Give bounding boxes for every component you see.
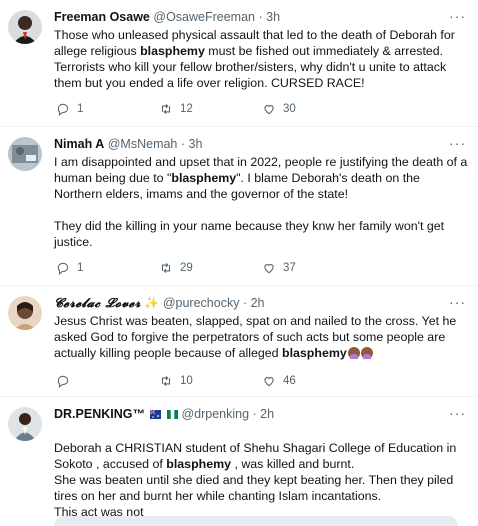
tweet-text: Deborah a CHRISTIAN student of Shehu Sha… <box>54 424 468 526</box>
tweet-paragraph: Jesus Christ was beaten, slapped, spat o… <box>54 314 457 360</box>
tweet-paragraph: Deborah a CHRISTIAN student of Shehu Sha… <box>54 441 457 519</box>
retweet-count: 12 <box>180 103 193 115</box>
retweet-button[interactable]: 10 <box>159 374 193 388</box>
user-handle[interactable]: @drpenking <box>181 407 249 421</box>
reply-button[interactable] <box>56 374 70 388</box>
separator-dot: · <box>242 296 248 310</box>
like-button[interactable]: 37 <box>262 261 296 275</box>
user-handle[interactable]: @OsaweFreeman <box>153 10 255 24</box>
tweet-text: Those who unleased physical assault that… <box>54 27 468 91</box>
tweet[interactable]: Freeman Osawe @OsaweFreeman · 3h ··· Tho… <box>0 0 478 127</box>
tweet-paragraph: I am disappointed and upset that in 2022… <box>54 155 468 201</box>
reply-count: 1 <box>77 103 84 115</box>
tweet-header: Nimah A @MsNemah · 3h <box>54 136 202 152</box>
like-button[interactable]: 46 <box>262 374 296 388</box>
retweet-count: 10 <box>180 375 193 387</box>
like-count: 46 <box>283 375 296 387</box>
display-name[interactable]: DR.PENKING™ <box>54 407 145 421</box>
separator-dot: · <box>252 407 257 421</box>
more-icon[interactable]: ··· <box>449 405 466 421</box>
nigeria-flag-icon <box>166 410 178 419</box>
reply-count: 1 <box>77 262 84 274</box>
separator-dot: · <box>258 10 263 24</box>
like-count: 30 <box>283 103 296 115</box>
tweet-text: Jesus Christ was beaten, slapped, spat o… <box>54 313 468 361</box>
timestamp[interactable]: 3h <box>189 137 203 151</box>
retweet-button[interactable]: 29 <box>159 261 193 275</box>
tweet-actions: 10 46 <box>54 374 354 390</box>
retweet-icon <box>161 375 171 387</box>
australia-flag-icon <box>150 410 162 419</box>
heart-icon <box>264 105 274 115</box>
tweet-actions: 1 12 30 <box>54 102 354 118</box>
like-button[interactable]: 30 <box>262 102 296 116</box>
user-handle[interactable]: @purechocky <box>163 296 240 310</box>
timeline-feed: Freeman Osawe @OsaweFreeman · 3h ··· Tho… <box>0 0 478 526</box>
sparkle-icon: ✨ <box>144 296 160 310</box>
tweet-header: 𝓒𝓮𝓻𝓮𝓵𝓪𝓬 𝓛𝓸𝓿𝓮𝓻 ✨ @purechocky · 2h <box>54 295 265 311</box>
retweet-button[interactable]: 12 <box>159 102 193 116</box>
reply-icon <box>57 262 69 275</box>
more-icon[interactable]: ··· <box>449 8 466 24</box>
display-name[interactable]: Nimah A <box>54 137 104 151</box>
reply-icon <box>57 375 69 388</box>
tweet[interactable]: Nimah A @MsNemah · 3h ··· I am disappoin… <box>0 127 478 286</box>
tweet-text: I am disappointed and upset that in 2022… <box>54 154 468 250</box>
reply-icon <box>57 103 69 116</box>
more-icon[interactable]: ··· <box>449 135 466 151</box>
avatar[interactable] <box>8 10 42 44</box>
tweet[interactable]: 𝓒𝓮𝓻𝓮𝓵𝓪𝓬 𝓛𝓸𝓿𝓮𝓻 ✨ @purechocky · 2h ··· Jes… <box>0 286 478 397</box>
more-icon[interactable]: ··· <box>449 294 466 310</box>
tweet-paragraph: They did the killing in your name becaus… <box>54 219 445 249</box>
tweet-header: DR.PENKING™ @drpenking · 2h <box>54 406 274 422</box>
person-emoji-icon <box>360 347 373 359</box>
timestamp[interactable]: 2h <box>260 407 274 421</box>
retweet-count: 29 <box>180 262 193 274</box>
user-handle[interactable]: @MsNemah <box>108 137 178 151</box>
tweet-actions: 1 29 37 <box>54 261 354 277</box>
retweet-icon <box>161 262 171 274</box>
display-name[interactable]: 𝓒𝓮𝓻𝓮𝓵𝓪𝓬 𝓛𝓸𝓿𝓮𝓻 <box>54 295 141 310</box>
reply-button[interactable]: 1 <box>56 261 83 275</box>
display-name[interactable]: Freeman Osawe <box>54 10 150 24</box>
heart-icon <box>264 264 274 274</box>
tweet[interactable]: DR.PENKING™ @drpenking · 2h ··· Deborah … <box>0 397 478 526</box>
tweet-paragraph: Those who unleased physical assault that… <box>54 28 455 90</box>
reply-button[interactable]: 1 <box>56 102 83 116</box>
tweet-header: Freeman Osawe @OsaweFreeman · 3h <box>54 9 280 25</box>
timestamp[interactable]: 2h <box>251 296 265 310</box>
separator-dot: · <box>180 137 186 151</box>
avatar[interactable] <box>8 137 42 171</box>
avatar[interactable] <box>8 296 42 330</box>
person-emoji-icon <box>347 347 360 359</box>
like-count: 37 <box>283 262 296 274</box>
heart-icon <box>264 377 274 387</box>
avatar[interactable] <box>8 407 42 441</box>
retweet-icon <box>161 103 171 115</box>
media-preview[interactable] <box>54 516 458 526</box>
timestamp[interactable]: 3h <box>266 10 280 24</box>
